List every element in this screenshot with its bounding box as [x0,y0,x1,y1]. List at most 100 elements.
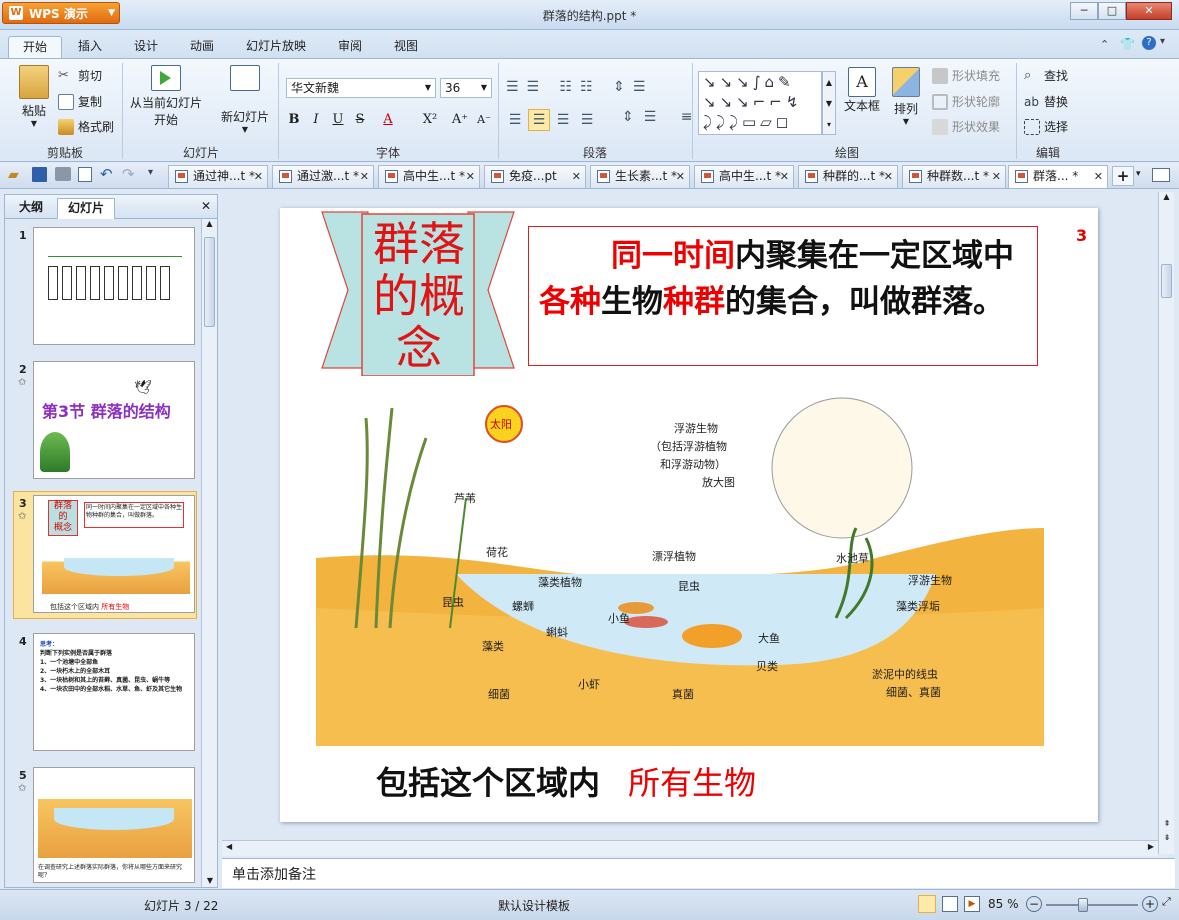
zoom-in-icon[interactable]: + [1142,896,1158,912]
tab-slideshow[interactable]: 幻灯片放映 [232,36,320,58]
template-name[interactable]: 默认设计模板 [498,897,570,914]
slide-thumbnail-5[interactable]: 在调查研究上述群落实际群落，你将从哪些方面来研究呢？ [33,767,195,883]
slide-thumbnail-2[interactable]: 第3节 群落的结构 🕊 [33,361,195,479]
open-folder-icon[interactable]: ▰ [8,167,19,183]
doc-tab[interactable]: 种群的...t * ✕ [798,165,898,188]
shape-fill-button[interactable]: 形状填充 [932,67,1000,84]
help-icon[interactable]: ? [1142,36,1156,50]
customize-quick-access-icon[interactable]: ▾ [148,167,153,178]
list-buttons[interactable]: ☰☰ ☷☷ ⇕☰ [506,79,653,95]
new-tab-button[interactable]: + [1112,166,1134,186]
align-left-button[interactable]: ☰ [504,109,526,131]
tab-view[interactable]: 视图 [380,36,432,58]
horizontal-scrollbar[interactable]: ◀ ▶ [222,840,1158,856]
close-icon[interactable]: ✕ [466,166,475,187]
skin-icon[interactable]: 👕 [1120,37,1135,51]
chevron-down-icon[interactable]: ▾ [1160,36,1165,47]
doc-tab[interactable]: 高中生...t * ✕ [378,165,480,188]
print-preview-icon[interactable] [78,167,92,182]
slideshow-icon[interactable]: ▶ [964,896,980,912]
fit-window-icon[interactable]: ⤢ [1162,895,1176,911]
chevron-down-icon[interactable]: ▾ [1136,169,1141,179]
scrollbar-thumb[interactable] [1161,264,1172,298]
save-icon[interactable] [32,167,47,182]
thumbnail-scrollbar[interactable]: ▲ ▼ [201,219,217,887]
format-painter-button[interactable]: 格式刷 [58,118,114,135]
tab-animation[interactable]: 动画 [176,36,228,58]
font-size-select[interactable]: 36 ▼ [440,78,492,98]
align-right-button[interactable]: ☰ [552,109,574,131]
doc-tab[interactable]: 通过神...t * ✕ [168,165,268,188]
tab-home[interactable]: 开始 [8,36,63,58]
new-slide-button[interactable]: 新幻灯片 ▼ [216,65,274,134]
slide-thumbnail-4[interactable]: 思考： 判断下列实例是否属于群落 1、一个池塘中全部鱼 2、一块朽木上的全部木耳… [33,633,195,751]
close-icon[interactable]: ✕ [360,166,369,187]
prev-slide-icon[interactable]: ⇞ [1159,819,1175,828]
doc-tab[interactable]: 免疫...pt ✕ [484,165,586,188]
scroll-left-icon[interactable]: ◀ [226,842,232,851]
minimize-button[interactable]: ─ [1070,2,1098,20]
slide-canvas[interactable]: 群落的概念 3 同一时间内聚集在一定区域中各种生物种群的集合，叫做群落。 太阳 … [280,208,1098,822]
tab-list-icon[interactable] [1152,168,1170,182]
normal-view-icon[interactable] [918,895,936,913]
scroll-down-icon[interactable]: ▼ [202,876,218,885]
maximize-button[interactable]: □ [1098,2,1126,20]
zoom-out-icon[interactable]: − [1026,896,1042,912]
strikethrough-button[interactable]: S [350,110,370,130]
close-icon[interactable]: ✕ [884,166,893,187]
tab-design[interactable]: 设计 [120,36,172,58]
undo-icon[interactable]: ↶ [100,165,113,183]
zoom-slider[interactable] [1046,904,1138,906]
next-slide-icon[interactable]: ⇟ [1159,833,1175,842]
tab-outline[interactable]: 大纲 [9,198,53,219]
close-icon[interactable]: ✕ [780,166,789,187]
tab-slides[interactable]: 幻灯片 [57,198,116,219]
slide-thumbnail-1[interactable] [33,227,195,345]
paste-button[interactable]: 粘贴 ▼ [14,65,54,128]
zoom-slider-thumb[interactable] [1078,898,1088,912]
slide-thumbnail-3[interactable]: 群落的概念 同一时间内聚集在一定区域中各种生物种群的集合，叫做群落。 包括这个区… [33,495,195,613]
scrollbar-thumb[interactable] [204,237,215,327]
close-icon[interactable]: ✕ [254,166,263,187]
italic-button[interactable]: I [306,110,326,130]
doc-tab-active[interactable]: 群落... * ✕ [1008,165,1108,188]
close-button[interactable]: ✕ [1126,2,1172,20]
close-icon[interactable]: ✕ [992,166,1001,187]
slide-sorter-icon[interactable] [942,896,958,912]
gallery-scroll[interactable]: ▲ ▼ ▾ [822,71,836,135]
slide-caption[interactable]: 包括这个区域内 所有生物 [376,758,756,804]
cut-button[interactable]: ✂ 剪切 [58,67,102,84]
tab-insert[interactable]: 插入 [64,36,116,58]
slide-scrollbar[interactable]: ▲ ⇞ ⇟ [1158,192,1174,854]
select-button[interactable]: 选择 [1024,118,1068,135]
doc-tab[interactable]: 种群数...t * ✕ [902,165,1006,188]
shapes-gallery[interactable]: ↘↘↘∫⌂✎ ↘↘↘⌐⌐↯ ⤸⤸⤸▭▱◻ [698,71,822,135]
tab-review[interactable]: 审阅 [324,36,376,58]
notes-pane[interactable]: 单击添加备注 [222,858,1175,888]
underline-button[interactable]: U [328,110,348,130]
doc-tab[interactable]: 高中生...t * ✕ [694,165,794,188]
definition-textbox[interactable]: 同一时间内聚集在一定区域中各种生物种群的集合，叫做群落。 [528,226,1038,366]
textbox-button[interactable]: A 文本框 [842,67,882,114]
print-icon[interactable] [55,167,71,181]
from-current-slide-button[interactable]: 从当前幻灯片 开始 [128,65,204,128]
grow-font-button[interactable]: A⁺ [450,110,470,130]
shape-outline-button[interactable]: 形状轮廓 [932,93,1000,110]
shape-effect-button[interactable]: 形状效果 [932,118,1000,135]
copy-button[interactable]: 复制 [58,93,102,110]
bold-button[interactable]: B [284,110,304,130]
align-center-button[interactable]: ☰ [528,109,550,131]
redo-icon[interactable]: ↷ [122,165,135,183]
close-icon[interactable]: ✕ [1094,166,1103,187]
replace-button[interactable]: ab 替换 [1024,93,1068,110]
close-icon[interactable]: ✕ [572,166,581,187]
font-name-select[interactable]: 华文新魏 ▼ [286,78,436,98]
scroll-right-icon[interactable]: ▶ [1148,842,1154,851]
shrink-font-button[interactable]: A⁻ [474,110,494,130]
ribbon-collapse-icon[interactable]: ⌃ [1100,38,1109,51]
justify-button[interactable]: ☰ [576,109,598,131]
doc-tab[interactable]: 生长素...t * ✕ [590,165,690,188]
spacing-buttons[interactable]: ⇕☰ ≡ [622,109,702,125]
scroll-up-icon[interactable]: ▲ [1159,192,1174,201]
close-icon[interactable]: ✕ [201,199,211,213]
